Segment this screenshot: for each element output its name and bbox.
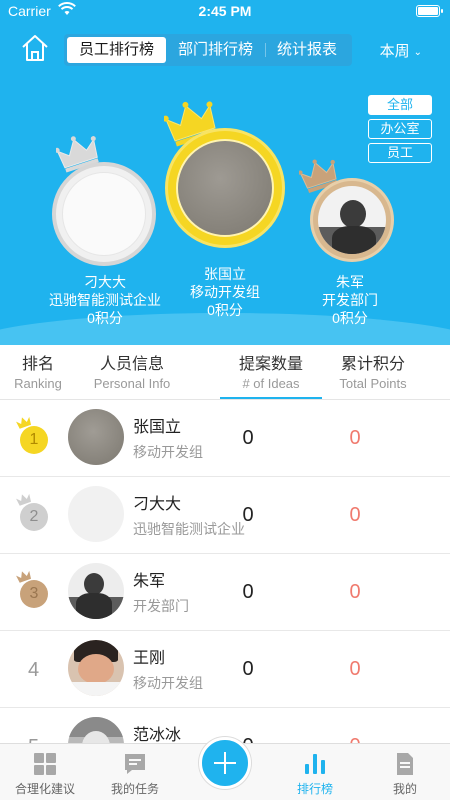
- column-points-cn: 累计积分: [340, 356, 405, 373]
- row-total-points: 0: [349, 658, 361, 680]
- ranking-list: 1 张国立 移动开发组 0 0 2 刁大大 迅驰智能测试企业 0 0 3 朱军 …: [0, 400, 450, 785]
- row-total-points: 0: [349, 581, 361, 603]
- row-dept: 移动开发组: [133, 675, 203, 691]
- table-row[interactable]: 4 王刚 移动开发组 0 0: [0, 631, 450, 708]
- avatar: [68, 486, 124, 542]
- avatar: [68, 563, 124, 619]
- podium-first-points: 0积分: [207, 302, 243, 318]
- row-total-points: 0: [349, 504, 361, 526]
- column-points[interactable]: 累计积分 Total Points: [330, 355, 416, 393]
- tab-department-ranking[interactable]: 部门排行榜: [166, 37, 265, 63]
- rank-badge: 1: [20, 426, 48, 454]
- column-rank-cn: 排名: [21, 356, 54, 373]
- nav-ranking-label: 排行榜: [296, 782, 333, 796]
- row-name: 刁大大: [133, 496, 182, 513]
- column-ideas-cn: 提案数量: [238, 356, 303, 373]
- row-dept: 迅驰智能测试企业: [133, 521, 245, 537]
- avatar: [165, 128, 285, 248]
- row-name: 王刚: [133, 650, 166, 667]
- column-points-en: Total Points: [339, 376, 407, 391]
- row-dept: 开发部门: [133, 598, 189, 614]
- row-ideas-count: 0: [242, 504, 254, 526]
- podium-third-dept: 开发部门: [322, 292, 378, 308]
- avatar: [52, 162, 156, 266]
- nav-ranking[interactable]: 排行榜: [270, 744, 360, 800]
- podium-third-points: 0积分: [332, 310, 368, 326]
- podium-third[interactable]: 朱军 开发部门 0积分: [285, 155, 415, 330]
- ranking-tabs: 员工排行榜 部门排行榜 统计报表: [64, 34, 353, 66]
- home-icon: [22, 35, 48, 61]
- battery-icon: [416, 5, 443, 17]
- column-ideas-en: # of Ideas: [242, 376, 300, 391]
- podium-first-dept: 移动开发组: [190, 284, 260, 300]
- plus-icon: [214, 752, 236, 774]
- nav-suggestions-label: 合理化建议: [14, 782, 75, 796]
- column-rank-en: Ranking: [14, 376, 62, 391]
- add-suggestion-button[interactable]: [199, 737, 251, 789]
- row-name: 张国立: [133, 419, 182, 436]
- avatar: [68, 409, 124, 465]
- podium-second-dept: 迅驰智能测试企业: [49, 292, 161, 308]
- column-ideas[interactable]: 提案数量 # of Ideas: [220, 355, 322, 393]
- tab-employee-ranking[interactable]: 员工排行榜: [67, 37, 167, 63]
- avatar: [68, 640, 124, 696]
- row-name: 范冰冰: [133, 727, 182, 744]
- podium-second-name: 刁大大: [84, 274, 126, 290]
- period-dropdown[interactable]: 本周 ⌄: [380, 40, 422, 61]
- chevron-down-icon: ⌄: [413, 46, 422, 58]
- tab-statistics-report[interactable]: 统计报表: [265, 37, 349, 63]
- row-name: 朱军: [133, 573, 166, 590]
- ranking-table-header: 排名 Ranking 人员信息 Personal Info 提案数量 # of …: [0, 345, 450, 400]
- row-total-points: 0: [349, 427, 361, 449]
- nav-my-tasks[interactable]: 我的任务: [90, 744, 180, 800]
- rank-badge: 2: [20, 503, 48, 531]
- home-button[interactable]: [20, 33, 50, 63]
- clock: 2:45 PM: [198, 3, 252, 19]
- podium-second[interactable]: 刁大大 迅驰智能测试企业 0积分: [40, 130, 170, 330]
- chart-icon: [305, 754, 325, 774]
- avatar: [310, 178, 394, 262]
- grid-icon: [34, 753, 56, 775]
- column-person: 人员信息 Personal Info: [82, 355, 182, 393]
- podium-first-name: 张国立: [204, 266, 246, 282]
- period-label: 本周: [379, 43, 410, 60]
- nav-mine-label: 我的: [392, 782, 417, 796]
- status-bar: Carrier 2:45 PM: [0, 0, 450, 24]
- column-person-cn: 人员信息: [99, 356, 164, 373]
- row-dept: 移动开发组: [133, 444, 203, 460]
- podium-second-points: 0积分: [87, 310, 123, 326]
- rank-number: 4: [28, 659, 40, 681]
- row-ideas-count: 0: [242, 427, 254, 449]
- podium-first[interactable]: 张国立 移动开发组 0积分: [160, 95, 290, 325]
- podium-third-name: 朱军: [336, 274, 364, 290]
- nav-mine[interactable]: 我的: [360, 744, 450, 800]
- column-person-en: Personal Info: [93, 376, 171, 391]
- rank-badge: 3: [20, 580, 48, 608]
- column-rank: 排名 Ranking: [6, 355, 70, 393]
- nav-my-tasks-label: 我的任务: [110, 782, 159, 796]
- table-row[interactable]: 1 张国立 移动开发组 0 0: [0, 400, 450, 477]
- row-ideas-count: 0: [242, 581, 254, 603]
- table-row[interactable]: 2 刁大大 迅驰智能测试企业 0 0: [0, 477, 450, 554]
- task-icon: [125, 754, 145, 774]
- table-row[interactable]: 3 朱军 开发部门 0 0: [0, 554, 450, 631]
- sort-indicator: [220, 397, 322, 399]
- row-ideas-count: 0: [242, 658, 254, 680]
- document-icon: [397, 753, 413, 775]
- filter-office[interactable]: 办公室: [368, 119, 432, 139]
- filter-all[interactable]: 全部: [368, 95, 432, 115]
- nav-suggestions[interactable]: 合理化建议: [0, 744, 90, 800]
